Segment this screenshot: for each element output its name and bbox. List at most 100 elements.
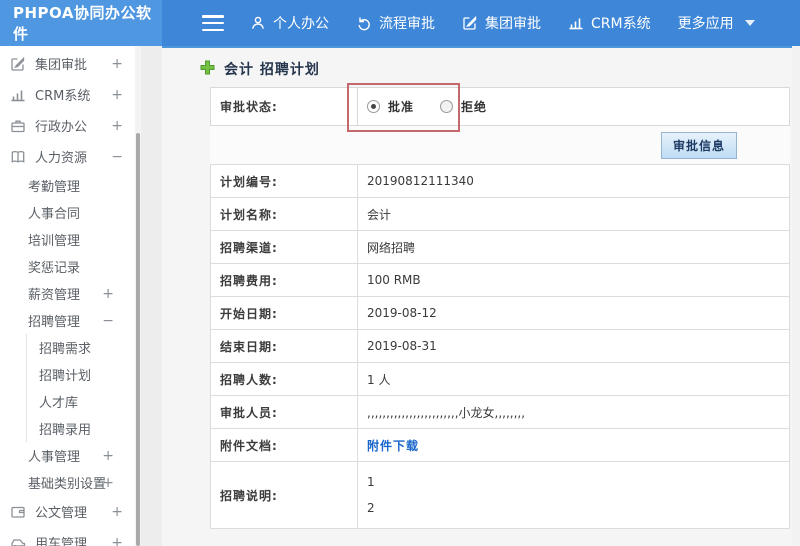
field-label: 审批人员: [220, 405, 278, 420]
sidebar-item-label: 招聘录用 [39, 423, 92, 438]
expand-icon[interactable]: + [102, 475, 114, 491]
nav-item-3[interactable]: 集团审批 [462, 13, 541, 33]
workflow-icon [356, 15, 372, 31]
nav-item-label: 更多应用 [677, 16, 734, 32]
app-window: PHPOA协同办公软件 个人办公 流程审批 集团审批 CRM系统 更多应用 集团审批 + C… [0, 0, 800, 546]
sidebar-item-label: 招聘需求 [39, 342, 92, 357]
field-value-cell: 网络招聘 [358, 231, 789, 263]
sidebar-item-label: 培训管理 [28, 234, 81, 249]
radio-unchecked-icon[interactable] [440, 100, 454, 113]
sidebar-item-label: 招聘管理 [28, 315, 81, 330]
field-value: 20190812111340 [367, 174, 474, 188]
sidebar-item-人事合同[interactable]: 人事合同 [0, 199, 141, 226]
radio-option-拒绝[interactable]: 拒绝 [440, 98, 487, 115]
edit-icon [462, 15, 478, 31]
nav-item-label: 流程审批 [379, 16, 435, 32]
table-row: 结束日期: 2019-08-31 [211, 330, 789, 363]
field-value-cell: 20190812111340 [358, 165, 789, 197]
expand-icon[interactable]: + [102, 286, 114, 302]
expand-icon[interactable]: + [111, 504, 123, 520]
table-row: 附件文档: 附件下载 [211, 429, 789, 462]
field-value-line: 1 [367, 475, 375, 489]
table-row: 计划编号: 20190812111340 [211, 165, 789, 198]
sidebar-item-行政办公[interactable]: 行政办公 + [0, 110, 141, 141]
field-label-cell: 结束日期: [211, 330, 358, 362]
sidebar-item-CRM系统[interactable]: CRM系统 + [0, 79, 141, 110]
sidebar-item-人事管理[interactable]: 人事管理 + [0, 442, 141, 469]
sidebar-item-label: 人事合同 [28, 207, 81, 222]
field-label-cell: 招聘人数: [211, 363, 358, 395]
expand-icon[interactable]: + [111, 535, 123, 546]
sidebar-item-培训管理[interactable]: 培训管理 [0, 226, 141, 253]
nav-item-label: CRM系统 [591, 16, 651, 32]
sidebar-item-招聘录用[interactable]: 招聘录用 [26, 415, 141, 442]
user-icon [250, 15, 266, 31]
menu-toggle-icon[interactable] [202, 15, 224, 31]
field-value-line: 2 [367, 501, 375, 515]
sidebar-item-招聘管理[interactable]: 招聘管理 − [0, 307, 141, 334]
sidebar-item-人力资源[interactable]: 人力资源 − [0, 141, 141, 172]
approval-status-options: 批准 拒绝 [358, 88, 789, 125]
sidebar-item-label: 招聘计划 [39, 369, 92, 384]
sidebar-item-用车管理[interactable]: 用车管理 + [0, 527, 141, 546]
sidebar: 集团审批 + CRM系统 + 行政办公 + 人力资源 − 考勤管理 人事合同 培训管理 奖惩记录 薪资管… [0, 46, 141, 546]
expand-icon[interactable]: + [111, 87, 123, 103]
radio-checked-icon[interactable] [367, 100, 380, 113]
radio-option-批准[interactable]: 批准 [367, 98, 414, 115]
nav-item-1[interactable]: 个人办公 [250, 13, 329, 33]
expand-icon[interactable]: + [102, 448, 114, 464]
approval-info-button[interactable]: 审批信息 [660, 131, 737, 159]
attachment-download-link[interactable]: 附件下载 [367, 437, 789, 454]
field-label-cell: 开始日期: [211, 297, 358, 329]
approval-status-label-cell: 审批状态: [211, 88, 358, 125]
sidebar-item-label: 行政办公 [35, 120, 88, 135]
page-scrollbar-track[interactable] [792, 46, 800, 546]
field-value: 100 RMB [367, 273, 421, 287]
detail-table: 计划编号: 20190812111340 计划名称: 会计 招聘渠道: 网络招聘 招聘费用:… [210, 164, 790, 529]
nav-item-4[interactable]: CRM系统 [568, 13, 651, 33]
add-icon[interactable] [200, 60, 215, 79]
expand-icon[interactable]: + [111, 56, 123, 72]
field-value: 会计 [367, 207, 392, 222]
collapse-icon[interactable]: − [102, 313, 114, 329]
sidebar-item-招聘计划[interactable]: 招聘计划 [26, 361, 141, 388]
sidebar-item-奖惩记录[interactable]: 奖惩记录 [0, 253, 141, 280]
top-bar: PHPOA协同办公软件 个人办公 流程审批 集团审批 CRM系统 更多应用 [0, 0, 800, 46]
table-row: 招聘说明: 1 2 [211, 462, 789, 528]
field-value-cell: 12 [358, 462, 789, 528]
field-value-cell: 会计 [358, 198, 789, 230]
sidebar-item-薪资管理[interactable]: 薪资管理 + [0, 280, 141, 307]
sidebar-item-公文管理[interactable]: 公文管理 + [0, 496, 141, 527]
caret-down-icon [744, 20, 755, 26]
nav-item-label: 个人办公 [273, 16, 329, 32]
chart-icon [568, 15, 584, 31]
sidebar-item-基础类别设置[interactable]: 基础类别设置 + [0, 469, 141, 496]
sidebar-item-集团审批[interactable]: 集团审批 + [0, 48, 141, 79]
sidebar-item-label: 薪资管理 [28, 288, 81, 303]
field-label: 计划名称: [220, 207, 278, 222]
field-label-cell: 计划名称: [211, 198, 358, 230]
sidebar-item-考勤管理[interactable]: 考勤管理 [0, 172, 141, 199]
expand-icon[interactable]: + [111, 118, 123, 134]
sidebar-menu: 集团审批 + CRM系统 + 行政办公 + 人力资源 − 考勤管理 人事合同 培训管理 奖惩记录 薪资管… [0, 46, 141, 546]
sidebar-item-label: 集团审批 [35, 58, 88, 73]
sidebar-item-label: 人事管理 [28, 450, 81, 465]
sidebar-item-人才库[interactable]: 人才库 [26, 388, 141, 415]
top-nav: 个人办公 流程审批 集团审批 CRM系统 更多应用 [250, 13, 755, 33]
field-label: 审批状态: [220, 100, 278, 114]
table-row: 计划名称: 会计 [211, 198, 789, 231]
sidebar-scrollbar-thumb[interactable] [136, 133, 140, 546]
nav-item-5[interactable]: 更多应用 [678, 13, 755, 33]
nav-item-2[interactable]: 流程审批 [356, 13, 435, 33]
page-title: 会计 招聘计划 [162, 48, 792, 87]
sidebar-item-招聘需求[interactable]: 招聘需求 [26, 334, 141, 361]
table-row: 招聘人数: 1 人 [211, 363, 789, 396]
sidebar-item-label: 奖惩记录 [28, 261, 81, 276]
collapse-icon[interactable]: − [111, 149, 123, 165]
field-value-cell: 2019-08-31 [358, 330, 789, 362]
edit-icon [10, 56, 27, 72]
field-label: 附件文档: [220, 438, 278, 453]
sidebar-item-label: 人才库 [39, 396, 79, 411]
page-title-text: 会计 招聘计划 [224, 62, 320, 78]
main-panel: 会计 招聘计划 审批状态: 批准 拒绝 审批信息 计划编号: 20190812111… [162, 46, 792, 546]
